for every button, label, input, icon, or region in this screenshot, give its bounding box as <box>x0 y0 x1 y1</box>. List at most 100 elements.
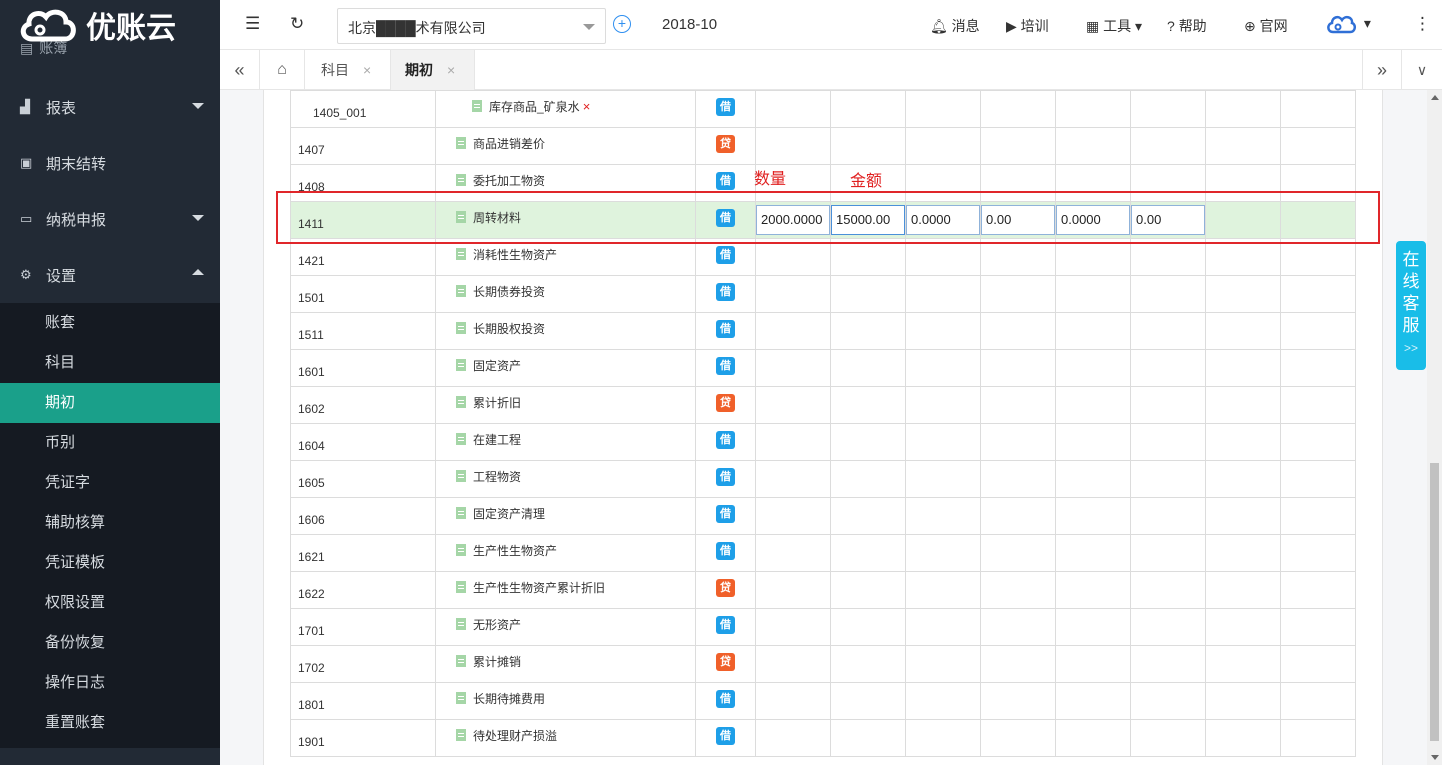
table-row[interactable]: 1602 累计折旧 贷 <box>290 386 1356 424</box>
direction-cell: 借 <box>695 497 756 535</box>
sidebar-item-reset[interactable]: 重置账套 <box>0 703 220 743</box>
value-cell <box>1055 645 1131 683</box>
brand-logo[interactable]: 优账云 <box>0 0 220 50</box>
delete-icon[interactable]: × <box>583 99 591 114</box>
tab-subjects[interactable]: 科目 × <box>305 50 391 90</box>
value-cell <box>980 423 1056 461</box>
value-cell <box>1055 719 1131 757</box>
bell-icon: 🔔︎ <box>930 18 948 34</box>
table-row[interactable]: 1621 生产性生物资产 借 <box>290 534 1356 572</box>
table-row[interactable]: 1501 长期债券投资 借 <box>290 275 1356 313</box>
subject-name-cell: 固定资产清理 <box>435 497 696 535</box>
value-cell <box>1130 90 1206 128</box>
sidebar-item-account-set[interactable]: 账套 <box>0 303 220 343</box>
value-cell <box>980 127 1056 165</box>
table-row[interactable]: 1901 待处理财产损溢 借 <box>290 719 1356 757</box>
value-cell <box>830 719 906 757</box>
scroll-up-icon[interactable] <box>1431 95 1439 100</box>
more-icon[interactable]: ⋮ <box>1414 14 1431 34</box>
value-cell <box>1130 608 1206 646</box>
online-service-widget[interactable]: 在线客服 >> <box>1396 241 1426 370</box>
sidebar-item-subjects[interactable]: 科目 <box>0 343 220 383</box>
value-cell <box>830 608 906 646</box>
menu-collapse-icon[interactable]: ☰ <box>245 14 260 34</box>
refresh-icon[interactable]: ↻ <box>290 14 304 34</box>
tabs-scroll-right-icon[interactable]: » <box>1362 50 1402 90</box>
table-row[interactable]: 1702 累计摊销 贷 <box>290 645 1356 683</box>
sidebar-item-settings[interactable]: ⚙ 设置 <box>0 247 220 303</box>
sidebar-item-auxiliary[interactable]: 辅助核算 <box>0 503 220 543</box>
tabs-scroll-left-icon[interactable]: « <box>220 50 260 90</box>
value-cell <box>755 312 831 350</box>
scrollbar-thumb[interactable] <box>1430 463 1439 741</box>
highlight-box <box>276 191 1380 244</box>
direction-badge: 借 <box>716 616 735 634</box>
period-label[interactable]: 2018-10 <box>662 16 717 33</box>
sidebar-item-operation-log[interactable]: 操作日志 <box>0 663 220 703</box>
value-cell <box>1280 127 1356 165</box>
table-row[interactable]: 1604 在建工程 借 <box>290 423 1356 461</box>
user-menu[interactable]: ▾ <box>1326 12 1371 40</box>
tab-opening[interactable]: 期初 × <box>391 50 475 90</box>
table-row[interactable]: 1622 生产性生物资产累计折旧 贷 <box>290 571 1356 609</box>
subject-code: 1801 <box>290 682 436 720</box>
value-cell <box>755 719 831 757</box>
value-cell <box>1130 275 1206 313</box>
direction-cell: 借 <box>695 90 756 128</box>
table-row[interactable]: 1605 工程物资 借 <box>290 460 1356 498</box>
sidebar-item-currency[interactable]: 币别 <box>0 423 220 463</box>
training-link[interactable]: ▶ 培训 <box>1006 16 1049 36</box>
page-scrollbar[interactable] <box>1427 90 1442 765</box>
value-cell <box>830 90 906 128</box>
table-row[interactable]: 1801 长期待摊费用 借 <box>290 682 1356 720</box>
add-company-button[interactable]: + <box>613 15 631 33</box>
value-cell <box>755 682 831 720</box>
value-cell <box>905 275 981 313</box>
scroll-down-icon[interactable] <box>1431 755 1439 760</box>
value-cell <box>1055 386 1131 424</box>
direction-badge: 贷 <box>716 653 735 671</box>
value-cell <box>1280 645 1356 683</box>
value-cell <box>1280 275 1356 313</box>
value-cell <box>830 238 906 276</box>
home-icon[interactable]: ⌂ <box>260 50 305 90</box>
direction-cell: 贷 <box>695 386 756 424</box>
company-select-value: 北京████术有限公司 <box>348 20 486 36</box>
sidebar-item-opening[interactable]: 期初 <box>0 383 220 423</box>
sidebar-item-permissions[interactable]: 权限设置 <box>0 583 220 623</box>
sidebar-item-backup[interactable]: 备份恢复 <box>0 623 220 663</box>
value-cell <box>1130 423 1206 461</box>
table-row[interactable]: 1601 固定资产 借 <box>290 349 1356 387</box>
sidebar-item-reports[interactable]: ▟ 报表 <box>0 79 220 135</box>
value-cell <box>830 275 906 313</box>
value-cell <box>905 312 981 350</box>
document-icon <box>456 358 466 371</box>
sidebar-item-tax[interactable]: ▭ 纳税申报 <box>0 191 220 247</box>
subject-name: 待处理财产损溢 <box>473 728 558 743</box>
value-cell <box>980 238 1056 276</box>
close-icon[interactable]: × <box>363 62 371 78</box>
table-row[interactable]: 1606 固定资产清理 借 <box>290 497 1356 535</box>
value-cell <box>1055 275 1131 313</box>
tabs-menu-chevron-down-icon[interactable]: ∨ <box>1402 50 1442 90</box>
value-cell <box>1205 460 1281 498</box>
table-row[interactable]: 1511 长期股权投资 借 <box>290 312 1356 350</box>
subject-name-cell: 无形资产 <box>435 608 696 646</box>
sidebar-item-period-end[interactable]: ▣ 期末结转 <box>0 135 220 191</box>
sidebar-item-voucher-word[interactable]: 凭证字 <box>0 463 220 503</box>
value-cell <box>1280 460 1356 498</box>
sidebar-item-voucher-template[interactable]: 凭证模板 <box>0 543 220 583</box>
subject-name-cell: 商品进销差价 <box>435 127 696 165</box>
help-link[interactable]: ? 帮助 <box>1167 16 1207 36</box>
value-cell <box>1205 608 1281 646</box>
company-select[interactable]: 北京████术有限公司 <box>337 8 606 44</box>
messages-link[interactable]: 🔔︎ 消息 <box>930 16 980 36</box>
table-row[interactable]: 1405_001 库存商品_矿泉水 × 借 <box>290 90 1356 128</box>
table-row[interactable]: 1407 商品进销差价 贷 <box>290 127 1356 165</box>
direction-cell: 贷 <box>695 571 756 609</box>
tools-menu[interactable]: ▦ 工具 ▾ <box>1086 16 1142 36</box>
close-icon[interactable]: × <box>447 62 455 78</box>
table-row[interactable]: 1421 消耗性生物资产 借 <box>290 238 1356 276</box>
website-link[interactable]: ⊕ 官网 <box>1244 16 1288 36</box>
table-row[interactable]: 1701 无形资产 借 <box>290 608 1356 646</box>
